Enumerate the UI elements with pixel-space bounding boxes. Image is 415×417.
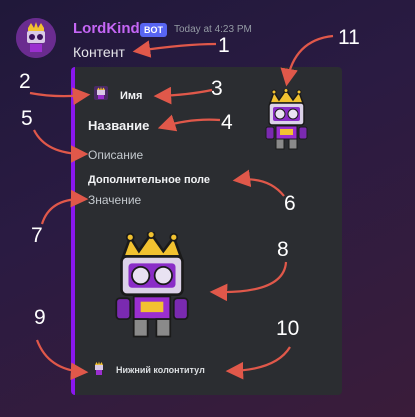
embed-field-value: Значение [88,193,142,207]
embed-image[interactable] [111,232,193,340]
message-timestamp: Today at 4:23 PM [174,24,252,35]
annotation-number-2: 2 [19,70,31,93]
embed-description: Описание [88,148,144,162]
annotation-number-6: 6 [284,192,296,215]
bot-tag: BOT [140,23,167,37]
annotation-number-5: 5 [21,107,33,130]
embed-title[interactable]: Название [88,118,149,133]
message-content: Контент [73,44,125,60]
embed-color-bar [71,67,75,395]
annotation-number-7: 7 [31,224,43,247]
annotation-number-1: 1 [218,34,230,57]
annotation-number-9: 9 [34,306,46,329]
user-avatar[interactable] [16,18,56,58]
embed-field-name: Дополнительное поле [88,174,211,186]
embed-thumbnail[interactable] [264,89,309,151]
annotation-number-8: 8 [277,238,289,261]
embed-author-icon [94,86,108,100]
arrow-1 [132,40,217,58]
embed-author-name[interactable]: Имя [120,90,142,102]
annotation-number-10: 10 [276,317,300,340]
annotation-number-4: 4 [221,111,233,134]
embed-footer-text: Нижний колонтитул [116,365,205,375]
embed-footer-icon [93,361,105,375]
annotation-number-11: 11 [338,26,360,49]
annotation-number-3: 3 [211,77,223,100]
author-name[interactable]: LordKind [73,20,140,37]
